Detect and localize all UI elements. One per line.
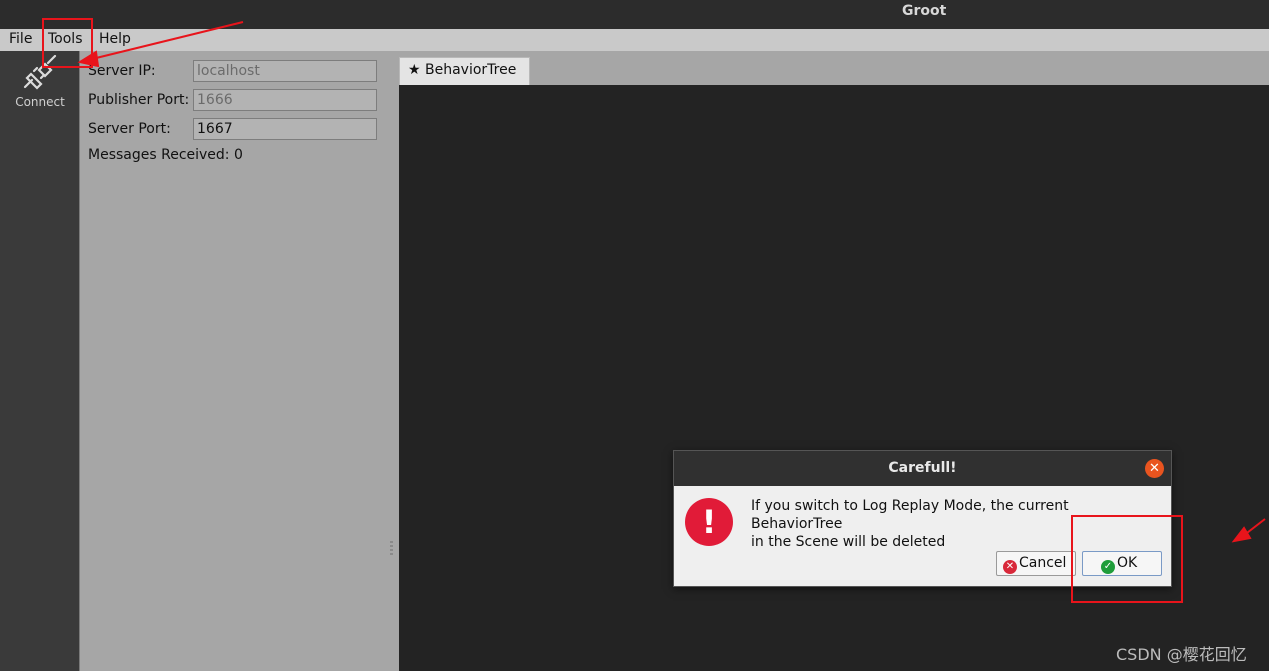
arrow-to-tools [87,21,244,61]
arrow-head-tools [77,50,100,68]
watermark: CSDN @樱花回忆 [1116,645,1247,664]
arrow-head-ok [1231,526,1252,543]
annotation-arrows [77,21,1266,543]
